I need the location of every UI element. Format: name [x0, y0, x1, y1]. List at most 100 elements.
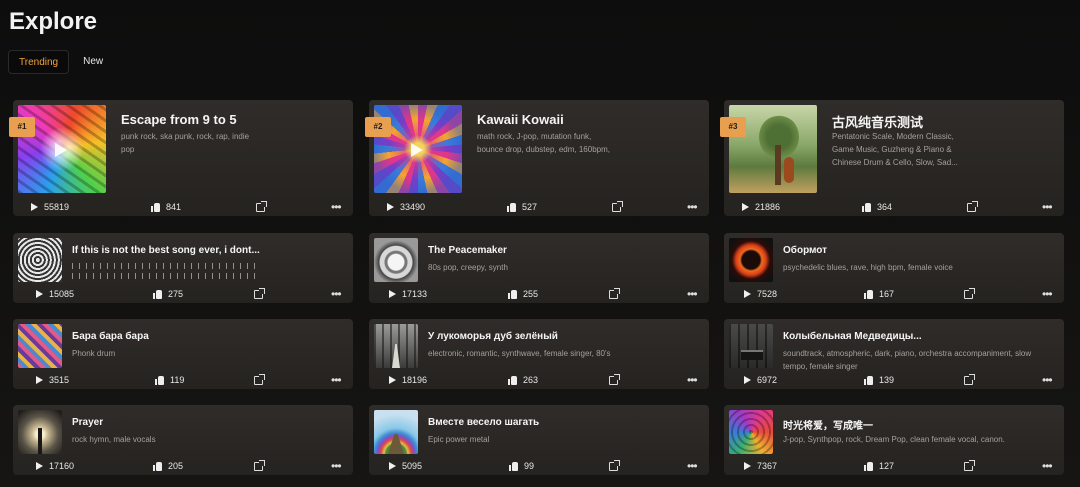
play-icon	[31, 203, 38, 211]
song-title[interactable]: Обормот	[783, 245, 1053, 256]
more-options-icon[interactable]: •••	[331, 374, 342, 386]
like-count[interactable]: 255	[508, 289, 538, 299]
song-cover[interactable]	[729, 410, 773, 454]
play-count[interactable]: 18196	[389, 375, 427, 385]
share-icon[interactable]	[609, 287, 620, 299]
like-count[interactable]: 275	[153, 289, 183, 299]
song-card[interactable]: 时光将爱，写成唯一 J-pop, Synthpop, rock, Dream P…	[724, 405, 1064, 475]
like-count[interactable]: 119	[155, 375, 184, 385]
more-options-icon[interactable]: •••	[1042, 374, 1053, 386]
share-icon[interactable]	[964, 287, 975, 299]
featured-song-card[interactable]: #2 Kawaii Kowaii math rock, J-pop, mutat…	[365, 100, 709, 216]
song-card[interactable]: Вместе весело шагать Epic power metal 50…	[369, 405, 709, 475]
stats-bar: 7367 127 •••	[724, 457, 1064, 475]
tab-trending[interactable]: Trending	[8, 50, 70, 74]
song-cover[interactable]	[18, 238, 62, 282]
more-options-icon[interactable]: •••	[1042, 288, 1053, 300]
more-options-icon[interactable]: •••	[687, 374, 698, 386]
play-count[interactable]: 3515	[36, 375, 69, 385]
song-title[interactable]: Kawaii Kowaii	[477, 112, 699, 127]
like-count[interactable]: 99	[509, 461, 534, 471]
song-title[interactable]: Колыбельная Медведицы...	[783, 331, 1053, 342]
play-count[interactable]: 7528	[744, 289, 777, 299]
song-card[interactable]: The Peacemaker 80s pop, creepy, synth 17…	[369, 233, 709, 303]
share-icon[interactable]	[254, 373, 265, 385]
page-title: Explore	[9, 8, 98, 35]
share-icon[interactable]	[612, 200, 623, 212]
stats-bar: 21886 364 •••	[724, 198, 1064, 216]
stats-bar: 17160 205 •••	[13, 457, 353, 475]
song-card[interactable]: Prayer rock hymn, male vocals 17160 205 …	[13, 405, 353, 475]
share-icon[interactable]	[964, 373, 975, 385]
song-card[interactable]: Бара бара бара Phonk drum 3515 119 •••	[13, 319, 353, 389]
song-card[interactable]: Обормот psychedelic blues, rave, high bp…	[724, 233, 1064, 303]
stats-bar: 5095 99 •••	[369, 457, 709, 475]
song-title[interactable]: Escape from 9 to 5	[121, 112, 343, 127]
rank-badge: #1	[9, 117, 35, 137]
share-icon[interactable]	[609, 459, 620, 471]
share-icon[interactable]	[964, 459, 975, 471]
song-title[interactable]: У лукоморья дуб зелёный	[428, 331, 698, 342]
more-options-icon[interactable]: •••	[1042, 460, 1053, 472]
more-options-icon[interactable]: •••	[1042, 201, 1053, 213]
song-cover[interactable]	[18, 324, 62, 368]
play-overlay-icon[interactable]	[55, 143, 67, 157]
play-count[interactable]: 55819	[31, 202, 69, 212]
song-cover[interactable]	[374, 410, 418, 454]
like-count[interactable]: 841	[151, 202, 181, 212]
song-card[interactable]: У лукоморья дуб зелёный electronic, roma…	[369, 319, 709, 389]
stats-bar: 55819 841 •••	[13, 198, 353, 216]
more-options-icon[interactable]: •••	[331, 201, 342, 213]
tab-new[interactable]: New	[73, 50, 113, 74]
more-options-icon[interactable]: •••	[331, 288, 342, 300]
like-count[interactable]: 127	[864, 461, 894, 471]
like-count[interactable]: 167	[864, 289, 894, 299]
play-count[interactable]: 21886	[742, 202, 780, 212]
song-cover[interactable]	[18, 410, 62, 454]
share-icon[interactable]	[967, 200, 978, 212]
like-count[interactable]: 263	[508, 375, 538, 385]
like-count[interactable]: 205	[153, 461, 183, 471]
song-title[interactable]: Вместе весело шагать	[428, 417, 698, 428]
share-icon[interactable]	[256, 200, 267, 212]
waveform	[72, 260, 260, 282]
share-icon[interactable]	[254, 287, 265, 299]
song-cover[interactable]	[374, 324, 418, 368]
more-options-icon[interactable]: •••	[331, 460, 342, 472]
more-options-icon[interactable]: •••	[687, 288, 698, 300]
play-count[interactable]: 15085	[36, 289, 74, 299]
play-count[interactable]: 17160	[36, 461, 74, 471]
song-title[interactable]: Prayer	[72, 417, 342, 428]
like-count[interactable]: 364	[862, 202, 892, 212]
song-title[interactable]: 时光将爱，写成唯一	[783, 417, 1053, 432]
more-options-icon[interactable]: •••	[687, 460, 698, 472]
like-count[interactable]: 139	[864, 375, 894, 385]
song-cover[interactable]	[374, 238, 418, 282]
play-overlay-icon[interactable]	[411, 143, 423, 157]
song-title[interactable]: If this is not the best song ever, i don…	[72, 245, 262, 256]
song-title[interactable]: The Peacemaker	[428, 245, 698, 256]
thumbs-up-icon	[864, 289, 873, 299]
play-count[interactable]: 17133	[389, 289, 427, 299]
play-count[interactable]: 5095	[389, 461, 422, 471]
play-count[interactable]: 7367	[744, 461, 777, 471]
share-icon[interactable]	[254, 459, 265, 471]
song-cover[interactable]	[729, 238, 773, 282]
song-title[interactable]: Бара бара бара	[72, 331, 342, 342]
play-count[interactable]: 33490	[387, 202, 425, 212]
song-tags: psychedelic blues, rave, high bpm, femal…	[783, 263, 953, 272]
share-icon[interactable]	[609, 373, 620, 385]
play-count[interactable]: 6972	[744, 375, 777, 385]
song-title[interactable]: 古风纯音乐测试	[832, 112, 1054, 131]
featured-song-card[interactable]: #3 古风纯音乐测试 Pentatonic Scale, Modern Clas…	[720, 100, 1064, 216]
featured-song-card[interactable]: #1 Escape from 9 to 5 punk rock, ska pun…	[9, 100, 353, 216]
song-card[interactable]: Колыбельная Медведицы... soundtrack, atm…	[724, 319, 1064, 389]
stats-bar: 3515 119 •••	[13, 371, 353, 389]
song-card[interactable]: If this is not the best song ever, i don…	[13, 233, 353, 303]
song-tags: soundtrack, atmospheric, dark, piano, or…	[783, 349, 1032, 371]
play-icon	[742, 203, 749, 211]
play-icon	[36, 462, 43, 470]
like-count[interactable]: 527	[507, 202, 537, 212]
song-cover[interactable]	[729, 324, 773, 368]
more-options-icon[interactable]: •••	[687, 201, 698, 213]
